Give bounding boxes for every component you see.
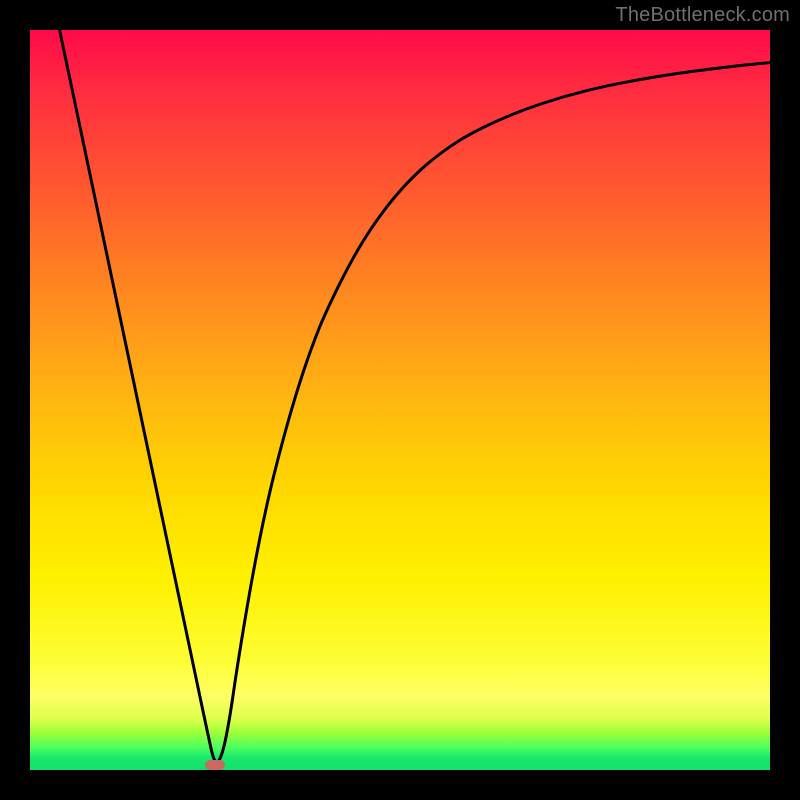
curve-line [30, 30, 770, 770]
watermark-text: TheBottleneck.com [615, 4, 790, 27]
bottleneck-marker [205, 760, 225, 770]
chart-frame [30, 30, 770, 770]
